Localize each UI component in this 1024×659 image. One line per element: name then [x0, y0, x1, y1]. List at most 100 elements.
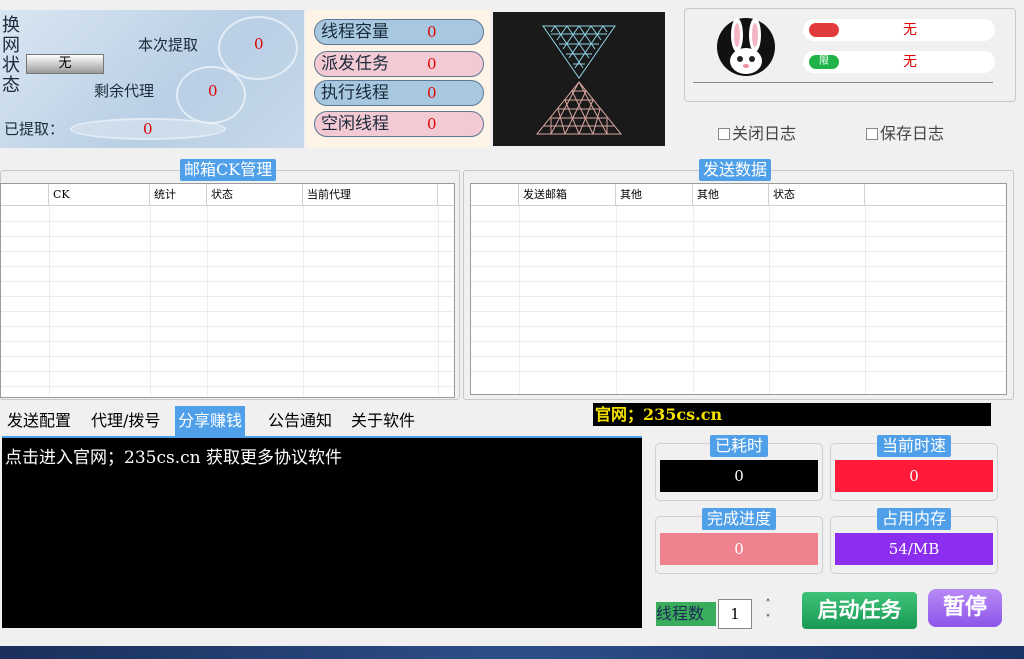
grid-line: [865, 206, 866, 394]
grid-line: [519, 206, 520, 394]
column-header-status[interactable]: 状态: [769, 184, 865, 206]
grid-line: [303, 206, 304, 397]
memory-usage-value: 54/MB: [835, 533, 993, 565]
mailbox-ck-table[interactable]: CK 统计 状态 当前代理: [0, 183, 455, 398]
thread-status-panel: 线程容量 0 派发任务 0 执行线程 0 空闲线程 0: [306, 10, 490, 148]
site-banner[interactable]: 官网；235cs.cn: [593, 403, 991, 426]
thread-count-label: 线程数: [656, 602, 716, 626]
grid-line: [471, 251, 1006, 252]
grid-line: [1, 266, 454, 267]
thread-capacity-value: 0: [427, 23, 437, 41]
tab-send-config[interactable]: 发送配置: [4, 406, 74, 436]
limit-field-value: 无: [903, 54, 917, 70]
running-threads: 执行线程 0: [314, 80, 484, 106]
user-icon: [809, 23, 839, 37]
tab-announcements[interactable]: 公告通知: [265, 406, 335, 436]
progress-value: 0: [660, 533, 818, 565]
grid-line: [150, 206, 151, 397]
thread-count-stepper[interactable]: ˄ ˅: [756, 597, 780, 631]
column-header-stats[interactable]: 统计: [150, 184, 207, 206]
user-panel: 无 限 无: [684, 8, 1016, 102]
hourglass-animation: [493, 12, 665, 146]
memory-usage-label: 占用内存: [876, 508, 952, 530]
thread-capacity-label: 线程容量: [321, 22, 389, 42]
elapsed-time-label: 已耗时: [709, 435, 769, 457]
column-header-status[interactable]: 状态: [207, 184, 303, 206]
elapsed-time-box: 已耗时 0: [655, 435, 823, 501]
net-status-label: 换网状态: [2, 15, 20, 96]
grid-line: [1, 356, 454, 357]
grid-line: [471, 266, 1006, 267]
remaining-proxy-value: 0: [208, 82, 218, 100]
close-log-checkbox[interactable]: 关闭日志: [718, 120, 796, 144]
grid-line: [1, 311, 454, 312]
column-header-other[interactable]: 其他: [616, 184, 693, 206]
pause-button[interactable]: 暂停: [928, 589, 1002, 627]
grid-line: [769, 206, 770, 394]
grid-line: [1, 281, 454, 282]
this-extract-label: 本次提取: [138, 36, 199, 54]
grid-line: [693, 206, 694, 394]
extracted-value: 0: [143, 120, 153, 138]
thread-count-input[interactable]: 1: [718, 599, 752, 629]
column-header-send-mailbox[interactable]: 发送邮箱: [519, 184, 616, 206]
progress-box: 完成进度 0: [655, 508, 823, 574]
hourglass-icon: [535, 25, 623, 135]
memory-usage-box: 占用内存 54/MB: [830, 508, 998, 574]
chevron-up-icon[interactable]: ˄: [756, 597, 780, 612]
grid-line: [471, 311, 1006, 312]
send-data-title: 发送数据: [699, 159, 772, 181]
status-panel: 换网状态 无 本次提取 0 剩余代理 0 已提取： 0: [0, 10, 304, 148]
tab-about[interactable]: 关于软件: [348, 406, 418, 436]
tab-proxy-dial[interactable]: 代理/拨号: [88, 406, 163, 436]
checkbox-box[interactable]: [866, 128, 878, 140]
save-log-checkbox[interactable]: 保存日志: [866, 120, 944, 144]
bunny-avatar-icon: [715, 15, 777, 77]
grid-line: [1, 221, 454, 222]
grid-line: [616, 206, 617, 394]
grid-line: [1, 326, 454, 327]
running-threads-label: 执行线程: [321, 83, 389, 103]
send-data-table[interactable]: 发送邮箱 其他 其他 状态: [470, 183, 1007, 395]
remaining-proxy-label: 剩余代理: [94, 82, 155, 100]
progress-label: 完成进度: [701, 508, 777, 530]
tab-share-earn[interactable]: 分享赚钱: [175, 406, 246, 436]
limit-icon: 限: [809, 55, 839, 69]
grid-line: [1, 296, 454, 297]
close-log-label: 关闭日志: [732, 124, 797, 143]
divider: [693, 82, 993, 83]
column-header[interactable]: [471, 184, 519, 206]
current-speed-label: 当前时速: [876, 435, 952, 457]
grid-line: [49, 206, 50, 397]
console-output[interactable]: 点击进入官网；235cs.cn 获取更多协议软件: [2, 436, 642, 628]
idle-threads-value: 0: [427, 115, 437, 133]
column-header-other[interactable]: 其他: [693, 184, 769, 206]
grid-line: [1, 371, 454, 372]
desktop-background-strip: [0, 646, 1024, 659]
current-speed-value: 0: [835, 460, 993, 492]
column-header-proxy[interactable]: 当前代理: [303, 184, 438, 206]
grid-line: [1, 251, 454, 252]
grid-line: [471, 341, 1006, 342]
grid-line: [471, 371, 1006, 372]
user-field-value: 无: [903, 22, 917, 38]
chevron-down-icon[interactable]: ˅: [756, 612, 780, 627]
limit-field: 限 无: [803, 51, 995, 73]
grid-line: [1, 386, 454, 387]
start-task-button[interactable]: 启动任务: [802, 592, 917, 629]
grid-line: [471, 326, 1006, 327]
grid-line: [471, 236, 1006, 237]
column-header[interactable]: [865, 184, 1006, 206]
idle-threads-label: 空闲线程: [321, 114, 389, 134]
column-header[interactable]: [438, 184, 454, 206]
grid-line: [471, 221, 1006, 222]
elapsed-time-value: 0: [660, 460, 818, 492]
checkbox-box[interactable]: [718, 128, 730, 140]
table-header: 发送邮箱 其他 其他 状态: [471, 184, 1006, 206]
column-header[interactable]: [1, 184, 49, 206]
grid-line: [438, 206, 439, 397]
grid-line: [471, 356, 1006, 357]
column-header-ck[interactable]: CK: [49, 184, 150, 206]
net-status-value: 无: [26, 54, 104, 74]
grid-line: [1, 236, 454, 237]
